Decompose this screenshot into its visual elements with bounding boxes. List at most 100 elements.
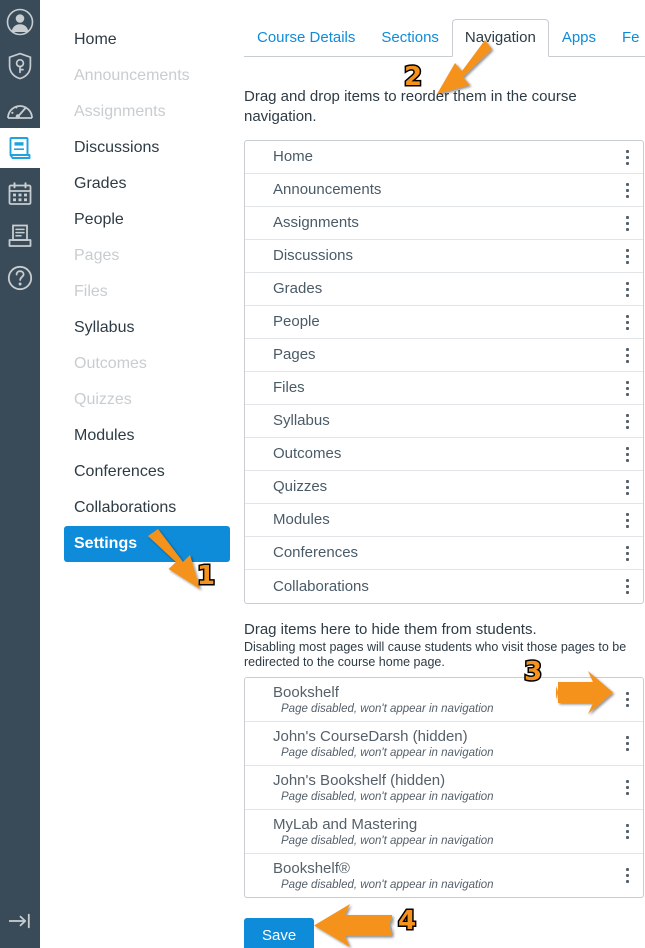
nav-list-row[interactable]: People [245,306,643,339]
kebab-menu-icon[interactable] [619,213,635,233]
nav-list-row[interactable]: Outcomes [245,438,643,471]
kebab-menu-icon[interactable] [619,444,635,464]
help-question-icon[interactable] [0,258,40,298]
nav-list-row[interactable]: Conferences [245,537,643,570]
sidebar-item-quizzes[interactable]: Quizzes [40,382,240,418]
nav-list-row[interactable]: Grades [245,273,643,306]
nav-list-row-label: Pages [273,346,316,363]
kebab-menu-icon[interactable] [619,734,635,754]
reorder-instruction: Drag and drop items to reorder them in t… [244,88,577,125]
hidden-list-row[interactable]: Bookshelf Page disabled, won't appear in … [245,678,643,722]
hidden-list-row-status: Page disabled, won't appear in navigatio… [281,879,494,891]
sidebar-item-discussions[interactable]: Discussions [40,130,240,166]
hidden-list-row[interactable]: John's CourseDarsh (hidden) Page disabled… [245,722,643,766]
hidden-list-row[interactable]: MyLab and Mastering Page disabled, won't … [245,810,643,854]
sidebar-item-grades[interactable]: Grades [40,166,240,202]
nav-list-row-label: Conferences [273,544,359,561]
hide-section-subtitle: Disabling most pages will cause students… [244,640,627,669]
hidden-list-row-label: MyLab and Mastering [273,816,418,833]
hidden-list-row-label: Bookshelf® [273,860,350,877]
nav-list-row[interactable]: Announcements [245,174,643,207]
nav-list-row[interactable]: Collaborations [245,570,643,603]
sidebar-item-outcomes[interactable]: Outcomes [40,346,240,382]
admin-shield-key-icon[interactable] [0,46,40,86]
tab-navigation[interactable]: Navigation [451,19,549,57]
sidebar-item-people[interactable]: People [40,202,240,238]
kebab-menu-icon[interactable] [619,279,635,299]
canvas: Home Announcements Assignments Discussions G… [0,0,645,948]
collapse-arrow-icon[interactable] [0,904,40,938]
kebab-menu-icon[interactable] [619,866,635,886]
sidebar-item-assignments[interactable]: Assignments [40,94,240,130]
nav-list-row[interactable]: Home [245,141,643,174]
nav-list-row[interactable]: Pages [245,339,643,372]
kebab-menu-icon[interactable] [619,345,635,365]
nav-list-row-label: Home [273,148,314,165]
hidden-list-row[interactable]: John's Bookshelf (hidden) Page disabled, … [245,766,643,810]
hidden-list-row-label: John's CourseDarsh (hidden) [273,728,468,745]
sidebar-item-modules[interactable]: Modules [40,418,240,454]
kebab-menu-icon[interactable] [619,822,635,842]
kebab-menu-icon[interactable] [619,690,635,710]
nav-list-row-label: Quizzes [273,478,328,495]
hidden-list-row-status: Page disabled, won't appear in navigatio… [281,703,494,715]
nav-list-row-label: Modules [273,511,330,528]
settings-tab-bar: Course Details Sections Navigation Apps Fe [244,0,645,57]
nav-list-row-label: Announcements [273,181,382,198]
kebab-menu-icon[interactable] [619,577,635,597]
hidden-list-row[interactable]: Bookshelf® Page disabled, won't appear in… [245,854,643,897]
course-settings-content: Course Details Sections Navigation Apps Fe D… [240,0,645,948]
hidden-list-row-label: Bookshelf [273,684,339,701]
hide-section-title: Drag items here to hide them from studen… [244,621,537,638]
tab-course-details[interactable]: Course Details [244,19,368,57]
kebab-menu-icon[interactable] [619,778,635,798]
save-button[interactable]: Save [244,918,315,948]
global-navigation-rail [0,0,40,948]
kebab-menu-icon[interactable] [619,378,635,398]
sidebar-item-files[interactable]: Files [40,274,240,310]
dashboard-gauge-icon[interactable] [0,90,40,130]
tab-fe[interactable]: Fe [609,19,645,57]
hidden-list-row-label: John's Bookshelf (hidden) [273,772,446,789]
nav-list-row[interactable]: Quizzes [245,471,643,504]
kebab-menu-icon[interactable] [619,510,635,530]
kebab-menu-icon[interactable] [619,180,635,200]
courses-book-icon[interactable] [0,128,40,168]
hidden-list-row-status: Page disabled, won't appear in navigatio… [281,791,494,803]
sidebar-item-home[interactable]: Home [40,22,240,58]
nav-list-row-label: Syllabus [273,412,330,429]
hidden-items-list[interactable]: Bookshelf Page disabled, won't appear in … [244,677,644,898]
sidebar-item-collaborations[interactable]: Collaborations [40,490,240,526]
sidebar-item-conferences[interactable]: Conferences [40,454,240,490]
sidebar-item-syllabus[interactable]: Syllabus [40,310,240,346]
account-avatar-icon[interactable] [0,2,40,42]
tab-apps[interactable]: Apps [549,19,609,57]
tab-sections[interactable]: Sections [368,19,452,57]
hidden-list-row-status: Page disabled, won't appear in navigatio… [281,835,494,847]
kebab-menu-icon[interactable] [619,411,635,431]
nav-list-row-label: Assignments [273,214,359,231]
kebab-menu-icon[interactable] [619,543,635,563]
nav-list-row-label: People [273,313,320,330]
nav-list-row[interactable]: Syllabus [245,405,643,438]
nav-list-row[interactable]: Modules [245,504,643,537]
sidebar-item-announcements[interactable]: Announcements [40,58,240,94]
inbox-tray-icon[interactable] [0,216,40,256]
nav-list-row-label: Grades [273,280,323,297]
kebab-menu-icon[interactable] [619,147,635,167]
nav-list-row-label: Collaborations [273,577,369,595]
nav-list-row[interactable]: Files [245,372,643,405]
calendar-icon[interactable] [0,174,40,214]
course-navigation-reorder-list[interactable]: Home Announcements Assignments Discussions G… [244,140,644,604]
kebab-menu-icon[interactable] [619,477,635,497]
kebab-menu-icon[interactable] [619,246,635,266]
hidden-list-row-status: Page disabled, won't appear in navigatio… [281,747,494,759]
sidebar-item-pages[interactable]: Pages [40,238,240,274]
sidebar-item-settings[interactable]: Settings [64,526,230,562]
nav-list-row-label: Files [273,379,305,396]
nav-list-row-label: Outcomes [273,445,342,462]
nav-list-row[interactable]: Discussions [245,240,643,273]
nav-list-row[interactable]: Assignments [245,207,643,240]
course-navigation-sidebar: Home Announcements Assignments Discussions G… [40,0,240,948]
kebab-menu-icon[interactable] [619,312,635,332]
